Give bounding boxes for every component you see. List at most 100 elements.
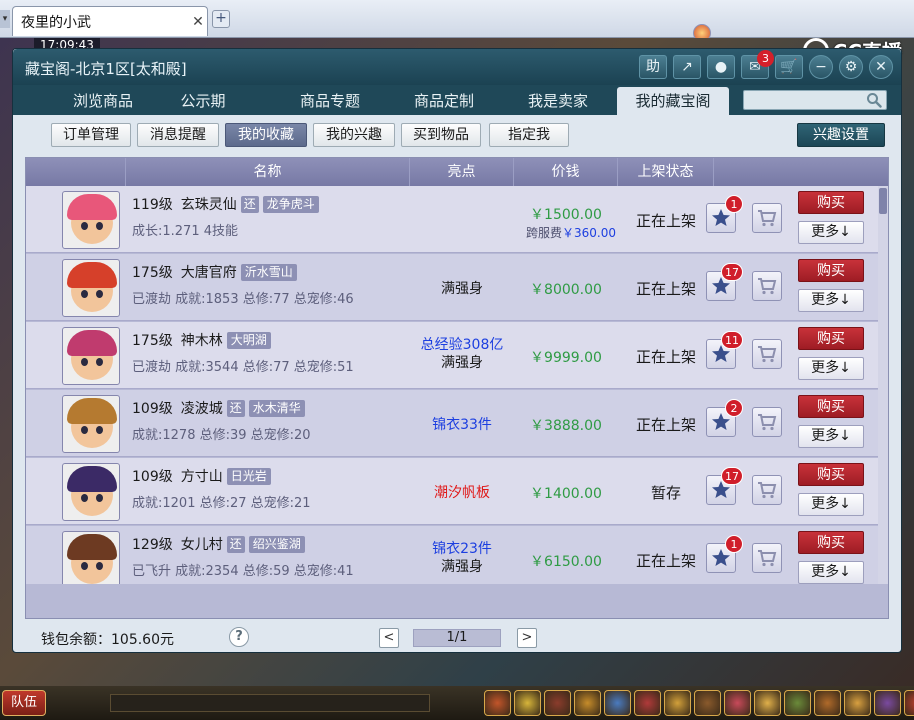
nav-tab[interactable]: 浏览商品	[43, 87, 163, 115]
quick-slot-icon[interactable]	[904, 690, 914, 716]
cart-icon	[758, 346, 777, 363]
add-to-cart-button[interactable]	[752, 407, 782, 437]
add-to-cart-button[interactable]	[752, 203, 782, 233]
table-row[interactable]: 109级 凌波城还水木清华 成就:1278 总修:39 总宠修:20 锦衣33件 ￥38…	[26, 390, 878, 457]
add-to-cart-button[interactable]	[752, 271, 782, 301]
buy-button[interactable]: 购买	[798, 327, 864, 350]
quick-slot-icon[interactable]	[754, 690, 781, 716]
add-to-cart-button[interactable]	[752, 543, 782, 573]
favorite-button[interactable]: 17	[706, 467, 743, 505]
more-button[interactable]: 更多↓	[798, 493, 864, 516]
price: ￥3888.00	[530, 418, 602, 434]
highlight-text: 锦衣33件	[432, 417, 492, 433]
browser-tab[interactable]: 夜里的小武 ✕	[12, 6, 711, 42]
header-spacer	[26, 158, 126, 186]
table-scrollbar[interactable]	[878, 186, 888, 584]
add-to-cart-button[interactable]	[752, 475, 782, 505]
cart-icon	[758, 278, 777, 295]
buy-button[interactable]: 购买	[798, 463, 864, 486]
search-input[interactable]	[744, 91, 862, 109]
interest-settings-button[interactable]: 兴趣设置	[797, 123, 885, 147]
favorite-button[interactable]: 1	[706, 195, 743, 233]
favorite-count-badge: 2	[725, 399, 743, 417]
message-count-badge: 3	[757, 50, 774, 67]
more-button[interactable]: 更多↓	[798, 357, 864, 380]
add-to-cart-button[interactable]	[752, 339, 782, 369]
character-stats: 成长:1.271 4技能	[132, 224, 238, 239]
prev-page-button[interactable]: <	[379, 628, 399, 648]
quick-slot-icon[interactable]	[724, 690, 751, 716]
table-row[interactable]: 109级 方寸山 日光岩 成就:1201 总修:27 总宠修:21 潮汐帆板 ￥1400.…	[26, 458, 878, 525]
close-icon[interactable]: ✕	[869, 55, 893, 79]
listing-status: 正在上架	[635, 416, 696, 434]
quick-slot-icon[interactable]	[484, 690, 511, 716]
more-button[interactable]: 更多↓	[798, 425, 864, 448]
tab-scroll-left-icon[interactable]: ▾	[0, 10, 10, 28]
cart-icon	[758, 210, 777, 227]
buy-button[interactable]: 购买	[798, 259, 864, 282]
table-row[interactable]: 119级 玄珠灵仙还龙争虎斗 成长:1.271 4技能 ￥1500.00 跨服费￥360…	[26, 186, 878, 253]
team-button[interactable]: 队伍	[2, 690, 46, 716]
more-button[interactable]: 更多↓	[798, 221, 864, 244]
server-tag: 日光岩	[226, 468, 271, 485]
window-footer: 钱包余额：105.60元 ? < 1/1 >	[13, 623, 901, 653]
share-icon[interactable]: ↗	[673, 55, 701, 79]
quick-slot-icon[interactable]	[664, 690, 691, 716]
buy-button[interactable]: 购买	[798, 395, 864, 418]
sub-nav-button[interactable]: 订单管理	[51, 123, 131, 147]
sub-nav-button[interactable]: 指定我	[489, 123, 569, 147]
quick-slot-icon[interactable]	[514, 690, 541, 716]
favorite-button[interactable]: 17	[706, 263, 743, 301]
chat-input-bar[interactable]	[110, 694, 430, 712]
help-icon[interactable]: ?	[229, 627, 249, 647]
favorite-button[interactable]: 1	[706, 535, 743, 573]
quick-slot-icon[interactable]	[784, 690, 811, 716]
browser-tab-title: 夜里的小武	[21, 14, 91, 31]
quick-slot-icon[interactable]	[874, 690, 901, 716]
window-title-bar[interactable]: 藏宝阁-北京1区[太和殿] 助 ↗ ● ✉ 3 🛒 − ⚙ ✕	[13, 49, 901, 85]
sub-nav-button[interactable]: 买到物品	[401, 123, 481, 147]
buy-button[interactable]: 购买	[798, 191, 864, 214]
favorite-count-badge: 1	[725, 195, 743, 213]
character-stats: 成就:1278 总修:39 总宠修:20	[132, 428, 311, 443]
main-nav: 浏览商品 公示期 商品专题 商品定制 我是卖家 我的藏宝阁	[13, 85, 901, 115]
nav-tab[interactable]: 商品定制	[389, 87, 499, 115]
quick-slot-icon[interactable]	[634, 690, 661, 716]
nav-tab[interactable]: 我是卖家	[503, 87, 613, 115]
quick-slot-icon[interactable]	[604, 690, 631, 716]
more-button[interactable]: 更多↓	[798, 289, 864, 312]
help-icon[interactable]: 助	[639, 55, 667, 79]
sub-nav-button[interactable]: 消息提醒	[137, 123, 219, 147]
cart-icon[interactable]: 🛒	[775, 55, 803, 79]
quick-slot-icon[interactable]	[574, 690, 601, 716]
listing-status: 正在上架	[635, 552, 696, 570]
new-tab-button[interactable]: +	[212, 10, 230, 28]
message-icon[interactable]: ✉ 3	[741, 50, 774, 79]
minimize-icon[interactable]: −	[809, 55, 833, 79]
search-icon[interactable]	[866, 92, 882, 108]
table-row[interactable]: 129级 女儿村还绍兴鉴湖 已飞升 成就:2354 总修:59 总宠修:41 锦衣23…	[26, 526, 878, 584]
quick-slot-icon[interactable]	[814, 690, 841, 716]
settings-icon[interactable]: ⚙	[839, 55, 863, 79]
favorite-button[interactable]: 11	[706, 331, 743, 369]
quick-slot-icon[interactable]	[544, 690, 571, 716]
listing-status: 正在上架	[635, 348, 696, 366]
close-tab-icon[interactable]: ✕	[189, 14, 207, 30]
buy-button[interactable]: 购买	[798, 531, 864, 554]
more-button[interactable]: 更多↓	[798, 561, 864, 584]
table-row[interactable]: 175级 大唐官府 沂水雪山 已渡劫 成就:1853 总修:77 总宠修:46 满强身 ￥…	[26, 254, 878, 321]
sub-nav-button[interactable]: 我的兴趣	[313, 123, 395, 147]
quick-slot-icon[interactable]	[694, 690, 721, 716]
nav-tab[interactable]: 公示期	[153, 87, 253, 115]
character-avatar	[62, 191, 120, 249]
scroll-thumb[interactable]	[879, 188, 887, 214]
nav-tab[interactable]: 我的藏宝阁	[617, 87, 729, 115]
nav-tab[interactable]: 商品专题	[275, 87, 385, 115]
favorite-button[interactable]: 2	[706, 399, 743, 437]
next-page-button[interactable]: >	[517, 628, 537, 648]
table-row[interactable]: 175级 神木林 大明湖 已渡劫 成就:3544 总修:77 总宠修:51 总经验308…	[26, 322, 878, 389]
quick-slot-icon[interactable]	[844, 690, 871, 716]
character-level: 119级	[132, 197, 173, 213]
record-icon[interactable]: ●	[707, 55, 735, 79]
sub-nav-button[interactable]: 我的收藏	[225, 123, 307, 147]
